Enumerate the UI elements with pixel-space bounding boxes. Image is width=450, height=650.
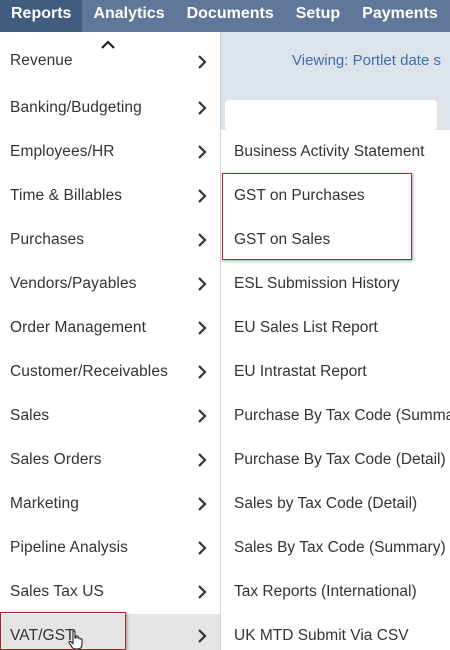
menu-item-label: Sales Tax US xyxy=(10,583,104,600)
nav-payments[interactable]: Payments xyxy=(351,0,449,32)
menu-item-label: Sales Orders xyxy=(10,451,102,468)
chevron-right-icon xyxy=(198,541,207,555)
chevron-right-icon xyxy=(198,409,207,423)
chevron-right-icon xyxy=(198,497,207,511)
nav-reports[interactable]: Reports xyxy=(0,0,83,32)
submenu-item-gst-on-purchases[interactable]: GST on Purchases xyxy=(221,174,450,218)
menu-item-label: Pipeline Analysis xyxy=(10,539,129,556)
hand-pointer-cursor-icon xyxy=(68,630,83,650)
menu-item-label: Marketing xyxy=(10,495,79,512)
nav-setup[interactable]: Setup xyxy=(285,0,351,32)
submenu-item-gst-on-sales[interactable]: GST on Sales xyxy=(221,218,450,262)
menu-item-label: VAT/GST xyxy=(10,627,75,644)
submenu-item-sales-by-tax-code-summary[interactable]: Sales By Tax Code (Summary) xyxy=(221,526,450,570)
submenu-item-sales-by-tax-code-detail[interactable]: Sales by Tax Code (Detail) xyxy=(221,482,450,526)
chevron-right-icon xyxy=(198,145,207,159)
menu-item-pipeline-analysis[interactable]: Pipeline Analysis xyxy=(0,526,220,570)
vat-gst-submenu: Business Activity Statement GST on Purch… xyxy=(221,130,450,650)
menu-item-label: Sales xyxy=(10,407,50,424)
submenu-item-eu-sales-list-report[interactable]: EU Sales List Report xyxy=(221,306,450,350)
chevron-right-icon xyxy=(198,453,207,467)
chevron-right-icon xyxy=(198,189,207,203)
menu-item-label: Order Management xyxy=(10,319,146,336)
submenu-item-purchase-by-tax-code-summary[interactable]: Purchase By Tax Code (Summary) xyxy=(221,394,450,438)
chevron-right-icon xyxy=(198,585,207,599)
top-nav: Reports Analytics Documents Setup Paymen… xyxy=(0,0,450,32)
reports-menu: Revenue Banking/Budgeting Employees/HR T… xyxy=(0,32,221,650)
menu-item-label: Vendors/Payables xyxy=(10,275,137,292)
menu-item-customer-receivables[interactable]: Customer/Receivables xyxy=(0,350,220,394)
menu-item-vat-gst[interactable]: VAT/GST xyxy=(0,614,220,650)
menu-item-employees-hr[interactable]: Employees/HR xyxy=(0,130,220,174)
submenu-item-tax-reports-international[interactable]: Tax Reports (International) xyxy=(221,570,450,614)
submenu-item-esl-submission-history[interactable]: ESL Submission History xyxy=(221,262,450,306)
menu-item-vendors-payables[interactable]: Vendors/Payables xyxy=(0,262,220,306)
submenu-item-business-activity-statement[interactable]: Business Activity Statement xyxy=(221,130,450,174)
nav-documents[interactable]: Documents xyxy=(176,0,285,32)
submenu-item-purchase-by-tax-code-detail[interactable]: Purchase By Tax Code (Detail) xyxy=(221,438,450,482)
viewing-portlet-date-link[interactable]: Viewing: Portlet date s xyxy=(292,52,441,69)
nav-analytics[interactable]: Analytics xyxy=(82,0,175,32)
menu-item-banking-budgeting[interactable]: Banking/Budgeting xyxy=(0,86,220,130)
chevron-right-icon xyxy=(198,629,207,643)
chevron-right-icon xyxy=(198,277,207,291)
submenu-item-eu-intrastat-report[interactable]: EU Intrastat Report xyxy=(221,350,450,394)
menu-item-sales-orders[interactable]: Sales Orders xyxy=(0,438,220,482)
menu-item-label: Purchases xyxy=(10,231,85,248)
chevron-right-icon xyxy=(198,101,207,115)
chevron-right-icon xyxy=(198,55,207,69)
menu-item-revenue[interactable]: Revenue xyxy=(0,42,220,82)
submenu-item-uk-mtd-submit-via-csv[interactable]: UK MTD Submit Via CSV xyxy=(221,614,450,650)
menu-item-marketing[interactable]: Marketing xyxy=(0,482,220,526)
menu-item-sales[interactable]: Sales xyxy=(0,394,220,438)
chevron-right-icon xyxy=(198,365,207,379)
menu-item-order-management[interactable]: Order Management xyxy=(0,306,220,350)
menu-item-purchases[interactable]: Purchases xyxy=(0,218,220,262)
menu-item-label: Revenue xyxy=(10,52,73,69)
menu-item-label: Banking/Budgeting xyxy=(10,99,142,116)
portlet-panel xyxy=(225,100,437,130)
chevron-right-icon xyxy=(198,233,207,247)
menu-item-label: Time & Billables xyxy=(10,187,123,204)
menu-item-time-billables[interactable]: Time & Billables xyxy=(0,174,220,218)
menu-item-label: Customer/Receivables xyxy=(10,363,168,380)
chevron-right-icon xyxy=(198,321,207,335)
menu-item-sales-tax-us[interactable]: Sales Tax US xyxy=(0,570,220,614)
menu-item-label: Employees/HR xyxy=(10,143,115,160)
